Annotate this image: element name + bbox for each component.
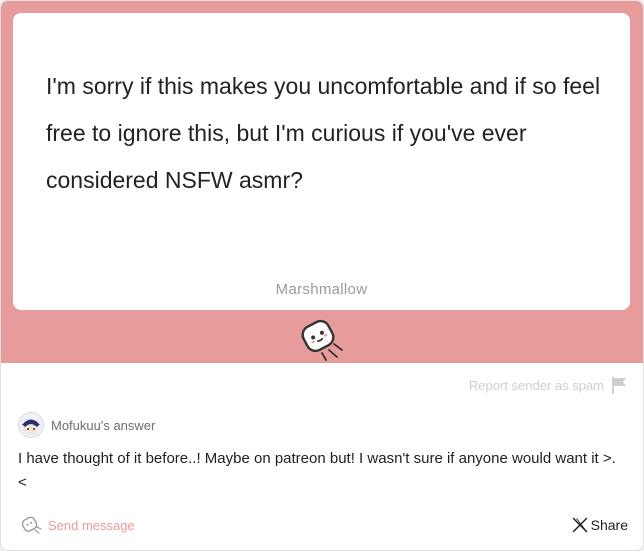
flag-icon (612, 377, 626, 394)
question-panel: I'm sorry if this makes you uncomfortabl… (1, 1, 643, 363)
report-spam-button[interactable]: Report sender as spam (469, 376, 628, 394)
marshmallow-small-icon (21, 516, 42, 534)
answer-text: I have thought of it before..! Maybe on … (18, 450, 616, 491)
message-card: I'm sorry if this makes you uncomfortabl… (0, 0, 644, 551)
question-text: I'm sorry if this makes you uncomfortabl… (46, 73, 601, 193)
marshmallow-logo-icon (301, 319, 343, 361)
avatar-icon (19, 413, 43, 437)
answer-header: Mofukuu's answer (18, 412, 155, 438)
share-button[interactable]: Share (572, 517, 628, 533)
share-label: Share (590, 517, 628, 533)
answer-label: Mofukuu's answer (51, 417, 156, 433)
x-logo-icon (572, 517, 587, 533)
send-message-label: Send message (48, 517, 135, 533)
avatar[interactable] (18, 412, 44, 438)
report-spam-label: Report sender as spam (468, 377, 604, 393)
question-box: I'm sorry if this makes you uncomfortabl… (13, 13, 630, 310)
send-message-button[interactable]: Send message (20, 514, 135, 536)
brand-name: Marshmallow (275, 281, 368, 298)
